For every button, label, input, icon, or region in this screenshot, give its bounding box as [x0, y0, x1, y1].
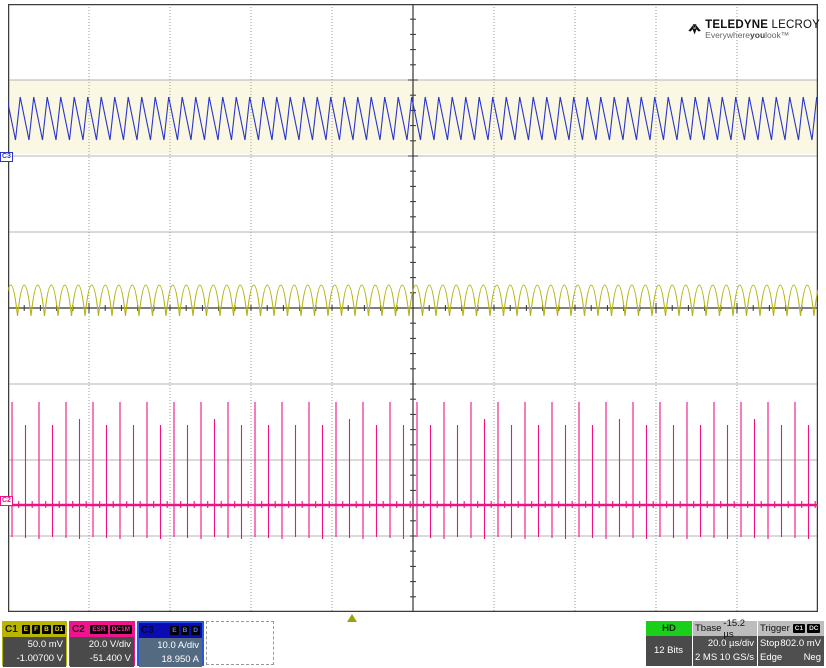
channel-c3-descriptor[interactable]: C3 E B D 10.0 A/div 18.950 A: [137, 621, 204, 667]
teledyne-arrows-icon: [688, 24, 701, 35]
tbase-memory: 2 MS: [695, 652, 718, 663]
c3-header[interactable]: C3 E B D: [139, 623, 202, 638]
tbase-sample-rate: 10 GS/s: [719, 652, 754, 663]
c3-badge-e: E: [170, 626, 179, 635]
c3-values: 10.0 A/div 18.950 A: [139, 638, 202, 667]
hd-header: HD: [646, 621, 692, 636]
c3-badge-d: D: [191, 626, 200, 635]
c1-badge-d1: D1: [52, 625, 66, 634]
c1-badge-f: F: [32, 625, 41, 634]
teledyne-lecroy-logo: TELEDYNE LECROY Everywhereyoulook™: [688, 10, 820, 48]
trigger-descriptor[interactable]: Trigger C1 DC Stop 802.0 mV Edge Neg: [758, 621, 824, 666]
c1-header[interactable]: C1 E F B D1: [3, 622, 66, 637]
c2-scale: 20.0 V/div: [88, 639, 131, 650]
tbase-per-div: 20.0 µs/div: [707, 638, 754, 649]
tbase-header[interactable]: Tbase -15.2 µs: [693, 618, 757, 640]
trigger-level: 802.0 mV: [780, 638, 821, 649]
c2-position-marker[interactable]: C2: [0, 496, 13, 506]
tbase-values: 20.0 µs/div 2 MS 10 GS/s: [693, 636, 757, 666]
hd-label: HD: [662, 623, 676, 634]
graticule-area[interactable]: [8, 4, 818, 612]
waveform-display[interactable]: [8, 4, 818, 612]
oscilloscope-screen: TELEDYNE LECROY Everywhereyoulook™ C3 C2…: [0, 0, 826, 668]
c1-offset: -1.00700 V: [16, 653, 63, 664]
c1-label: C1: [5, 624, 18, 635]
hd-mode-box[interactable]: HD 12 Bits: [646, 621, 692, 666]
channel-c1-descriptor[interactable]: C1 E F B D1 50.0 mV -1.00700 V: [2, 621, 67, 667]
c1-badge-b: B: [42, 625, 51, 634]
trigger-slope: Neg: [803, 652, 821, 663]
c2-badge-dc1m: DC1M: [109, 625, 132, 634]
trigger-values: Stop 802.0 mV Edge Neg: [758, 636, 824, 666]
c1-scale: 50.0 mV: [27, 639, 63, 650]
c3-label: C3: [141, 625, 154, 636]
c1-values: 50.0 mV -1.00700 V: [3, 637, 66, 667]
channel-c2-descriptor[interactable]: C2 ESR DC1M 20.0 V/div -51.400 V: [69, 621, 135, 667]
c3-scale: 10.0 A/div: [157, 640, 199, 651]
trigger-mode: Stop: [760, 638, 780, 649]
c1-badge-e: E: [21, 625, 31, 634]
timebase-descriptor[interactable]: Tbase -15.2 µs 20.0 µs/div 2 MS 10 GS/s: [693, 618, 757, 666]
c2-values: 20.0 V/div -51.400 V: [70, 637, 134, 667]
c2-offset: -51.400 V: [89, 653, 131, 664]
tbase-label: Tbase: [695, 623, 722, 634]
logo-tagline: Everywhereyoulook™: [705, 29, 790, 40]
trigger-label: Trigger: [760, 623, 790, 634]
c2-header[interactable]: C2 ESR DC1M: [70, 622, 134, 637]
c2-badge-esr: ESR: [90, 625, 108, 634]
c3-position-marker[interactable]: C3: [0, 152, 13, 162]
descriptor-bar: C1 E F B D1 50.0 mV -1.00700 V C2 ESR DC…: [0, 618, 826, 668]
c3-badge-b: B: [180, 626, 190, 635]
trigger-source-badge: C1: [792, 624, 806, 633]
empty-descriptor-slot[interactable]: [206, 621, 274, 665]
hd-bits: 12 Bits: [646, 636, 692, 666]
trigger-kind: Edge: [760, 652, 783, 663]
trigger-header[interactable]: Trigger C1 DC: [758, 621, 824, 636]
trigger-coupling-badge: DC: [807, 624, 821, 633]
c2-label: C2: [72, 624, 85, 635]
c3-offset: 18.950 A: [161, 654, 199, 665]
